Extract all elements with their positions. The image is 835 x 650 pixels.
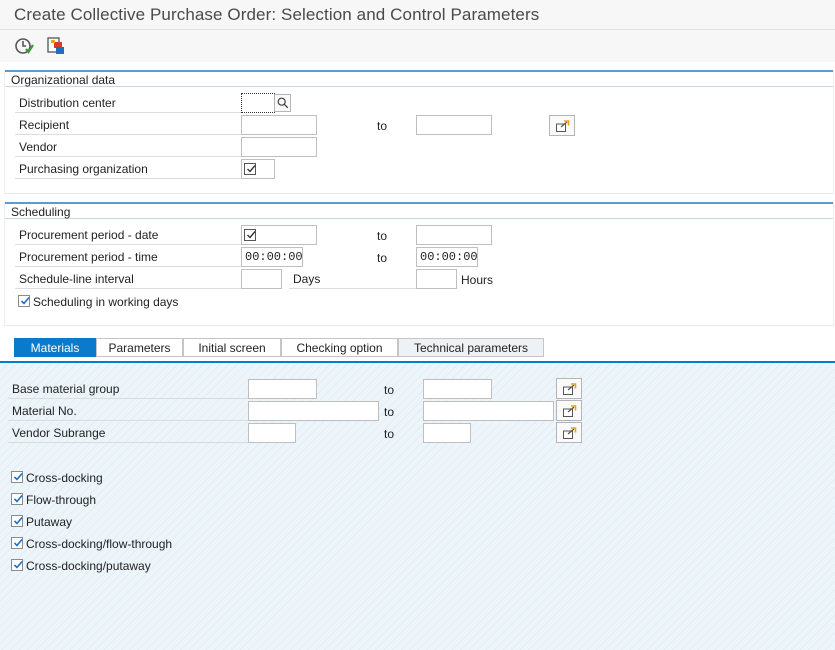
check-icon bbox=[247, 165, 256, 173]
toolbar bbox=[0, 30, 835, 62]
recipient-to-label: to bbox=[377, 119, 388, 133]
hours-label: Hours bbox=[461, 273, 494, 287]
check-icon bbox=[13, 472, 23, 481]
get-variant-icon bbox=[47, 37, 64, 54]
page-title: Create Collective Purchase Order: Select… bbox=[14, 5, 540, 24]
cross-docking-putaway-label: Cross-docking/putaway bbox=[26, 559, 151, 573]
multiple-selection-icon bbox=[563, 405, 577, 417]
check-icon bbox=[20, 296, 30, 305]
distribution-center-search-button[interactable] bbox=[274, 94, 291, 112]
recipient-from-input[interactable] bbox=[241, 115, 317, 135]
recipient-to-input[interactable] bbox=[416, 115, 492, 135]
schedule-line-hours-input[interactable] bbox=[416, 269, 457, 289]
procurement-date-checkbox[interactable] bbox=[244, 229, 256, 241]
check-icon bbox=[13, 538, 23, 547]
putaway-checkbox[interactable] bbox=[11, 515, 23, 527]
procurement-date-from-input[interactable] bbox=[241, 225, 317, 245]
purchasing-organization-input[interactable] bbox=[241, 159, 275, 179]
cross-docking-label: Cross-docking bbox=[26, 471, 103, 485]
check-icon bbox=[13, 516, 23, 525]
working-days-label: Scheduling in working days bbox=[33, 295, 179, 309]
recipient-multiple-selection-button[interactable] bbox=[549, 115, 575, 136]
putaway-label: Putaway bbox=[26, 515, 73, 529]
cross-docking-flow-through-checkbox[interactable] bbox=[11, 537, 23, 549]
check-icon bbox=[13, 560, 23, 569]
org-data-heading: Organizational data bbox=[5, 70, 833, 87]
procurement-date-to-label: to bbox=[377, 229, 388, 243]
multiple-selection-icon bbox=[556, 120, 570, 132]
cross-docking-flow-through-label: Cross-docking/flow-through bbox=[26, 537, 173, 551]
scheduling-heading: Scheduling bbox=[5, 202, 833, 219]
tab-materials[interactable]: Materials bbox=[14, 338, 96, 357]
vendor-subrange-multiple-selection-button[interactable] bbox=[556, 422, 582, 443]
distribution-center-label: Distribution center bbox=[15, 93, 241, 113]
base-material-group-to-label: to bbox=[384, 383, 395, 397]
execute-button[interactable] bbox=[13, 35, 35, 57]
working-days-checkbox[interactable] bbox=[18, 295, 30, 307]
schedule-line-days-input[interactable] bbox=[241, 269, 282, 289]
material-number-multiple-selection-button[interactable] bbox=[556, 400, 582, 421]
vendor-input[interactable] bbox=[241, 137, 317, 157]
schedule-line-interval-label: Schedule-line interval bbox=[15, 269, 241, 289]
vendor-subrange-from-input[interactable] bbox=[248, 423, 296, 443]
base-material-group-to-input[interactable] bbox=[423, 379, 492, 399]
execute-clock-icon bbox=[15, 38, 34, 54]
title-bar: Create Collective Purchase Order: Select… bbox=[0, 0, 835, 30]
material-number-to-input[interactable] bbox=[423, 401, 554, 421]
material-number-label: Material No. bbox=[8, 401, 248, 421]
material-number-from-input[interactable] bbox=[248, 401, 379, 421]
tab-initial-screen[interactable]: Initial screen bbox=[183, 338, 281, 357]
flow-through-checkbox[interactable] bbox=[11, 493, 23, 505]
procurement-date-to-input[interactable] bbox=[416, 225, 492, 245]
base-material-group-from-input[interactable] bbox=[248, 379, 317, 399]
procurement-time-label: Procurement period - time bbox=[15, 247, 241, 267]
distribution-center-input[interactable] bbox=[241, 93, 275, 113]
procurement-date-label: Procurement period - date bbox=[15, 225, 241, 245]
multiple-selection-icon bbox=[563, 427, 577, 439]
base-material-group-multiple-selection-button[interactable] bbox=[556, 378, 582, 399]
multiple-selection-icon bbox=[563, 383, 577, 395]
material-number-to-label: to bbox=[384, 405, 395, 419]
cross-docking-checkbox[interactable] bbox=[11, 471, 23, 483]
vendor-subrange-to-input[interactable] bbox=[423, 423, 471, 443]
purchasing-org-checkbox[interactable] bbox=[244, 163, 256, 175]
recipient-label: Recipient bbox=[15, 115, 241, 135]
vendor-subrange-to-label: to bbox=[384, 427, 395, 441]
check-icon bbox=[247, 231, 256, 239]
vendor-label: Vendor bbox=[15, 137, 241, 157]
cross-docking-putaway-checkbox[interactable] bbox=[11, 559, 23, 571]
days-label: Days bbox=[289, 269, 416, 289]
flow-through-label: Flow-through bbox=[26, 493, 97, 507]
procurement-time-to-input[interactable]: 00:00:00 bbox=[416, 247, 478, 267]
procurement-time-from-input[interactable]: 00:00:00 bbox=[241, 247, 303, 267]
tab-technical-parameters[interactable]: Technical parameters bbox=[398, 338, 544, 357]
tab-checking-option[interactable]: Checking option bbox=[281, 338, 398, 357]
search-icon bbox=[277, 97, 289, 109]
tab-parameters[interactable]: Parameters bbox=[96, 338, 183, 357]
procurement-time-to-label: to bbox=[377, 251, 388, 265]
base-material-group-label: Base material group bbox=[8, 379, 248, 399]
check-icon bbox=[13, 494, 23, 503]
purchasing-organization-label: Purchasing organization bbox=[15, 159, 241, 179]
get-variant-button[interactable] bbox=[45, 35, 67, 57]
vendor-subrange-label: Vendor Subrange bbox=[8, 423, 248, 443]
